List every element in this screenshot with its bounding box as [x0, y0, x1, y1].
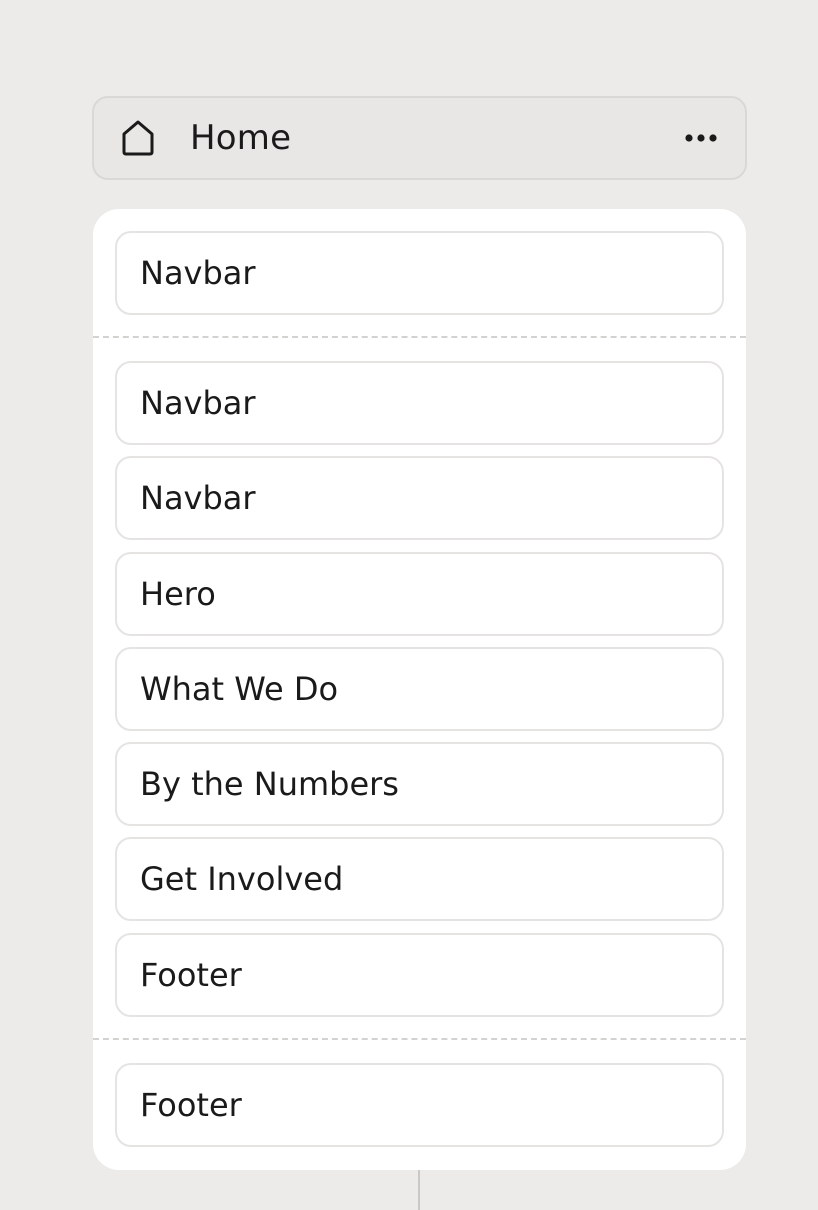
- section-item-footer-global[interactable]: Footer: [115, 1063, 724, 1147]
- connector-line: [418, 1170, 420, 1210]
- section-divider-bottom: [93, 1038, 746, 1040]
- section-label: Hero: [140, 574, 216, 613]
- section-label: Footer: [140, 1086, 242, 1124]
- home-icon: [118, 118, 158, 158]
- section-item-get-involved[interactable]: Get Involved: [115, 837, 724, 922]
- section-divider-top: [93, 336, 746, 338]
- section-item-hero[interactable]: Hero: [115, 551, 724, 636]
- section-item-footer[interactable]: Footer: [115, 932, 724, 1017]
- section-item-by-the-numbers[interactable]: By the Numbers: [115, 742, 724, 827]
- section-label: Footer: [140, 955, 242, 994]
- sections-panel: Navbar Navbar Navbar Hero What We Do By …: [93, 209, 746, 1170]
- section-label: Navbar: [140, 384, 256, 422]
- section-label: Navbar: [140, 479, 256, 518]
- section-label: By the Numbers: [140, 765, 399, 804]
- section-item-navbar-2[interactable]: Navbar: [115, 456, 724, 541]
- section-label: Navbar: [140, 254, 256, 292]
- section-item-navbar[interactable]: Navbar: [115, 361, 724, 445]
- page-title: Home: [190, 118, 292, 158]
- header-section-group: Navbar: [115, 231, 724, 315]
- section-item-navbar-header[interactable]: Navbar: [115, 231, 724, 315]
- section-label: Get Involved: [140, 860, 344, 899]
- more-horizontal-icon[interactable]: [681, 118, 721, 158]
- page-header[interactable]: Home: [92, 96, 747, 180]
- body-section-group: Navbar Navbar Hero What We Do By the Num…: [115, 361, 724, 1017]
- footer-section-group: Footer: [115, 1063, 724, 1147]
- page-structure-view: Home Navbar Navbar Navbar Hero What We D…: [0, 0, 818, 1210]
- section-item-what-we-do[interactable]: What We Do: [115, 646, 724, 731]
- section-label: What We Do: [140, 669, 339, 708]
